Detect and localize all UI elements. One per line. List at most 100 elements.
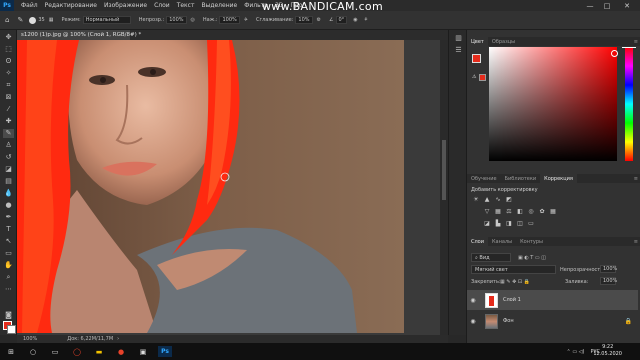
canvas-image[interactable] xyxy=(17,40,404,333)
layer-row-layer1[interactable]: ◉ Слой 1 xyxy=(467,290,638,310)
pressure-size-icon[interactable]: ◉ xyxy=(353,17,357,23)
panel-menu-icon[interactable]: ≡ xyxy=(634,176,638,182)
hue-icon[interactable]: ▦ xyxy=(494,208,502,215)
scrollbar-thumb[interactable] xyxy=(442,140,446,200)
frame-tool-icon[interactable]: ⊠ xyxy=(3,93,14,102)
background-color-swatch[interactable] xyxy=(7,325,16,334)
type-tool-icon[interactable]: T xyxy=(3,225,14,234)
history-panel-icon[interactable]: ▥ xyxy=(453,34,464,43)
move-tool-icon[interactable]: ✥ xyxy=(3,33,14,42)
layer-opacity-input[interactable]: 100% xyxy=(600,265,617,273)
tab-swatches[interactable]: Образцы xyxy=(488,37,519,46)
layer-filter-select[interactable]: ⌕ Вид xyxy=(471,253,511,262)
brush-preset-icon[interactable] xyxy=(29,16,37,24)
mode-select[interactable]: Нормальный xyxy=(82,16,131,24)
visibility-eye-icon[interactable]: ◉ xyxy=(467,318,479,325)
zoom-level[interactable]: 100% xyxy=(23,336,37,342)
tray-icons[interactable]: ⌃ ▭ ◁) xyxy=(567,349,585,355)
more-tools-icon[interactable]: ⋯ xyxy=(3,285,14,294)
photoshop-taskbar-icon[interactable]: Ps xyxy=(158,346,172,357)
visibility-eye-icon[interactable]: ◉ xyxy=(467,297,479,304)
rectangle-tool-icon[interactable]: ▭ xyxy=(3,249,14,258)
media-icon[interactable]: ▣ xyxy=(136,346,150,357)
angle-input[interactable]: 0° xyxy=(335,16,348,24)
lock-icons[interactable]: ▦ ✎ ✥ ⊡ 🔒 xyxy=(500,279,530,285)
pressure-opacity-icon[interactable]: ◎ xyxy=(191,17,195,23)
zoom-tool-icon[interactable]: ⌕ xyxy=(3,273,14,282)
bandicam-icon[interactable]: ● xyxy=(114,346,128,357)
minimize-button[interactable]: — xyxy=(583,0,597,11)
properties-panel-icon[interactable]: ☰ xyxy=(453,46,464,55)
menu-edit[interactable]: Редактирование xyxy=(45,2,97,9)
smoothing-input[interactable]: 10% xyxy=(295,16,313,24)
gradient-tool-icon[interactable]: ▤ xyxy=(3,177,14,186)
photo-filter-icon[interactable]: ◎ xyxy=(527,208,535,215)
taskbar-clock[interactable]: 9:22 12.05.2020 xyxy=(593,344,622,358)
tab-adjustments[interactable]: Коррекция xyxy=(540,174,577,183)
lookup-icon[interactable]: ▦ xyxy=(549,208,557,215)
panel-menu-icon[interactable]: ≡ xyxy=(634,39,638,45)
selective-color-icon[interactable]: ◫ xyxy=(516,220,524,227)
gear-icon[interactable]: ⚙ xyxy=(317,17,321,23)
close-button[interactable]: ✕ xyxy=(620,0,634,11)
panel-menu-icon[interactable]: ≡ xyxy=(634,239,638,245)
layer-filter-icons[interactable]: ▣ ◐ T ▭ ◫ xyxy=(518,255,546,261)
brightness-icon[interactable]: ☀ xyxy=(472,196,480,203)
tab-channels[interactable]: Каналы xyxy=(488,237,516,246)
channel-mixer-icon[interactable]: ✿ xyxy=(538,208,546,215)
opera-icon[interactable]: ◯ xyxy=(70,346,84,357)
crop-tool-icon[interactable]: ⌗ xyxy=(3,81,14,90)
maximize-button[interactable]: □ xyxy=(600,0,614,11)
menu-layers[interactable]: Слои xyxy=(154,2,170,9)
tab-layers[interactable]: Слои xyxy=(467,237,488,246)
tab-color[interactable]: Цвет xyxy=(467,37,488,46)
healing-brush-tool-icon[interactable]: ✚ xyxy=(3,117,14,126)
eyedropper-tool-icon[interactable]: ⁄ xyxy=(3,105,14,114)
start-icon[interactable]: ⊞ xyxy=(4,346,18,357)
menu-select[interactable]: Выделение xyxy=(201,2,237,9)
quick-mask-icon[interactable]: ◙ xyxy=(3,311,14,320)
dodge-tool-icon[interactable]: ● xyxy=(3,201,14,210)
airbrush-icon[interactable]: ✈ xyxy=(244,17,248,23)
gradient-map-icon[interactable]: ▭ xyxy=(527,220,535,227)
document-tab[interactable]: s1200 (1)p.jpg @ 100% (Слой 1, RGB/8#) * xyxy=(17,30,141,40)
marquee-tool-icon[interactable]: ⬚ xyxy=(3,45,14,54)
search-icon[interactable]: ○ xyxy=(26,346,40,357)
clone-stamp-tool-icon[interactable]: ♙ xyxy=(3,141,14,150)
history-brush-tool-icon[interactable]: ↺ xyxy=(3,153,14,162)
brush-settings-icon[interactable]: ▦ xyxy=(49,17,54,23)
posterize-icon[interactable]: ▙ xyxy=(494,220,502,227)
panel-foreground-swatch[interactable] xyxy=(472,54,481,63)
task-view-icon[interactable]: ▭ xyxy=(48,346,62,357)
home-icon[interactable]: ⌂ xyxy=(5,16,9,24)
blur-tool-icon[interactable]: 💧 xyxy=(3,189,14,198)
quick-select-tool-icon[interactable]: ✧ xyxy=(3,69,14,78)
menu-text[interactable]: Текст xyxy=(177,2,195,9)
hue-slider-marker[interactable] xyxy=(622,47,636,50)
vibrance-icon[interactable]: ▽ xyxy=(483,208,491,215)
levels-icon[interactable]: ▲ xyxy=(483,196,491,203)
panel-background-swatch[interactable] xyxy=(479,74,486,81)
menu-file[interactable]: Файл xyxy=(21,2,38,9)
hue-slider[interactable] xyxy=(625,47,633,161)
eraser-tool-icon[interactable]: ◪ xyxy=(3,165,14,174)
color-balance-icon[interactable]: ⚖ xyxy=(505,208,513,215)
hand-tool-icon[interactable]: ✋ xyxy=(3,261,14,270)
opacity-input[interactable]: 100% xyxy=(166,16,187,24)
menu-image[interactable]: Изображение xyxy=(104,2,147,9)
lasso-tool-icon[interactable]: ʘ xyxy=(3,57,14,66)
flow-input[interactable]: 100% xyxy=(219,16,240,24)
chevron-right-icon[interactable]: › xyxy=(117,336,119,342)
symmetry-icon[interactable]: ⚘ xyxy=(364,17,368,23)
pen-tool-icon[interactable]: ✒ xyxy=(3,213,14,222)
exposure-icon[interactable]: ◩ xyxy=(505,196,513,203)
invert-icon[interactable]: ◪ xyxy=(483,220,491,227)
file-explorer-icon[interactable]: ▬ xyxy=(92,346,106,357)
layer-fill-input[interactable]: 100% xyxy=(600,277,617,285)
tab-learn[interactable]: Обучение xyxy=(467,174,501,183)
brush-size[interactable]: 35 xyxy=(38,17,44,23)
layer-row-background[interactable]: ◉ Фон 🔒 xyxy=(467,311,638,331)
path-select-tool-icon[interactable]: ↖ xyxy=(3,237,14,246)
tab-paths[interactable]: Контуры xyxy=(516,237,547,246)
threshold-icon[interactable]: ◨ xyxy=(505,220,513,227)
